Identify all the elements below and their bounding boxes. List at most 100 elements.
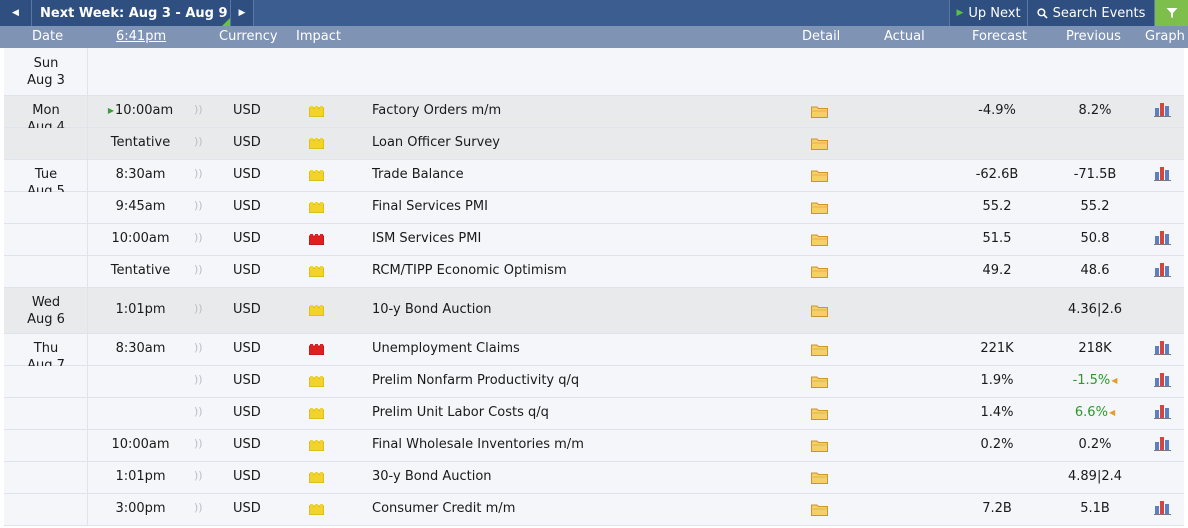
graph-chart-icon[interactable] [1154,500,1171,515]
event-currency: USD [233,199,261,214]
event-row[interactable]: 10:00am )) USD Final Wholesale Inventori… [4,430,1184,462]
graph-chart-icon[interactable] [1154,166,1171,181]
detail-folder-icon[interactable] [811,407,828,420]
impact-low-icon[interactable] [309,170,324,181]
sound-icon: )) [194,341,203,354]
impact-low-icon[interactable] [309,408,324,419]
event-time: 10:00am [111,437,170,452]
impact-low-icon[interactable] [309,440,324,451]
detail-folder-icon[interactable] [811,439,828,452]
graph-chart-icon[interactable] [1154,404,1171,419]
detail-folder-icon[interactable] [811,169,828,182]
event-previous: 50.8 [1080,231,1110,246]
event-title[interactable]: Final Services PMI [372,199,488,214]
detail-folder-icon[interactable] [811,137,828,150]
filter-icon [1166,8,1177,18]
impact-low-icon[interactable] [309,202,324,213]
event-row[interactable]: Tue Aug 5 8:30am )) USD Trade Balance -6… [4,160,1184,199]
event-forecast: 51.5 [982,231,1012,246]
sound-icon: )) [194,103,203,116]
impact-low-icon[interactable] [309,376,324,387]
impact-high-icon[interactable] [309,234,324,245]
event-title[interactable]: Prelim Unit Labor Costs q/q [372,405,549,420]
event-row[interactable]: 3:00pm )) USD Consumer Credit m/m 7.2B 5… [4,494,1184,526]
event-forecast: 0.2% [980,437,1014,452]
detail-folder-icon[interactable] [811,105,828,118]
event-time: 1:01pm [115,469,166,484]
revised-marker-icon[interactable]: ◀ [1109,408,1115,417]
event-previous: -71.5B [1073,167,1117,182]
detail-folder-icon[interactable] [811,265,828,278]
event-title[interactable]: Consumer Credit m/m [372,501,515,516]
event-row[interactable]: Wed Aug 6 1:01pm )) USD 10-y Bond Auctio… [4,288,1184,334]
event-currency: USD [233,263,261,278]
event-row[interactable]: )) USD Prelim Unit Labor Costs q/q 1.4% … [4,398,1184,430]
event-title[interactable]: Unemployment Claims [372,341,520,356]
chevron-left-icon: ◀ [12,8,19,18]
impact-low-icon[interactable] [309,106,324,117]
event-currency: USD [233,469,261,484]
sound-icon: )) [194,263,203,276]
detail-folder-icon[interactable] [811,233,828,246]
graph-chart-icon[interactable] [1154,102,1171,117]
event-time: 8:30am [115,167,166,182]
event-title[interactable]: Loan Officer Survey [372,135,500,150]
graph-chart-icon[interactable] [1154,230,1171,245]
graph-chart-icon[interactable] [1154,262,1171,277]
graph-chart-icon[interactable] [1154,340,1171,355]
event-forecast: 1.4% [980,405,1014,420]
event-previous: 55.2 [1080,199,1110,214]
detail-folder-icon[interactable] [811,343,828,356]
graph-chart-icon[interactable] [1154,372,1171,387]
event-title[interactable]: Prelim Nonfarm Productivity q/q [372,373,579,388]
detail-folder-icon[interactable] [811,503,828,516]
event-previous: 48.6 [1080,263,1110,278]
event-currency: USD [233,501,261,516]
detail-folder-icon[interactable] [811,304,828,317]
event-currency: USD [233,405,261,420]
sound-icon: )) [194,135,203,148]
event-row[interactable]: 9:45am )) USD Final Services PMI 55.2 55… [4,192,1184,224]
search-events-button[interactable]: Search Events [1027,0,1154,26]
week-range-title[interactable]: Next Week: Aug 3 - Aug 9 [32,0,230,26]
event-row[interactable]: Tentative )) USD RCM/TIPP Economic Optim… [4,256,1184,288]
graph-chart-icon[interactable] [1154,436,1171,451]
event-row[interactable]: Tentative )) USD Loan Officer Survey [4,128,1184,160]
revised-marker-icon[interactable]: ◀ [1111,376,1117,385]
up-next-marker-icon: ▶ [107,106,115,115]
event-title[interactable]: RCM/TIPP Economic Optimism [372,263,567,278]
event-currency: USD [233,231,261,246]
event-row[interactable]: Thu Aug 7 8:30am )) USD Unemployment Cla… [4,334,1184,373]
event-title[interactable]: Trade Balance [372,167,464,182]
event-title[interactable]: Final Wholesale Inventories m/m [372,437,584,452]
event-previous-revised: -1.5%◀ [1072,373,1118,388]
event-row[interactable]: )) USD Prelim Nonfarm Productivity q/q 1… [4,366,1184,398]
event-row[interactable]: 10:00am )) USD ISM Services PMI 51.5 50.… [4,224,1184,256]
current-time-link[interactable]: 6:41pm [116,29,166,44]
event-currency: USD [233,167,261,182]
search-icon [1036,7,1048,19]
impact-low-icon[interactable] [309,266,324,277]
event-currency: USD [233,437,261,452]
event-row[interactable]: Mon Aug 4 ▶10:00am )) USD Factory Orders… [4,96,1184,135]
event-title[interactable]: 30-y Bond Auction [372,469,492,484]
impact-low-icon[interactable] [309,472,324,483]
impact-low-icon[interactable] [309,504,324,515]
detail-folder-icon[interactable] [811,471,828,484]
detail-folder-icon[interactable] [811,375,828,388]
event-row[interactable]: 1:01pm )) USD 30-y Bond Auction 4.89|2.4 [4,462,1184,494]
detail-folder-icon[interactable] [811,201,828,214]
forecast-column-header: Forecast [972,29,1028,44]
event-currency: USD [233,341,261,356]
impact-low-icon[interactable] [309,138,324,149]
filter-button[interactable] [1154,0,1188,26]
next-week-button[interactable]: ▶ [230,0,254,26]
impact-high-icon[interactable] [309,344,324,355]
event-title[interactable]: Factory Orders m/m [372,103,501,118]
event-title[interactable]: ISM Services PMI [372,231,481,246]
up-next-button[interactable]: ▶ Up Next [949,0,1027,26]
impact-low-icon[interactable] [309,305,324,316]
currency-column-header: Currency [219,29,278,44]
previous-week-button[interactable]: ◀ [0,0,32,26]
event-title[interactable]: 10-y Bond Auction [372,302,492,317]
